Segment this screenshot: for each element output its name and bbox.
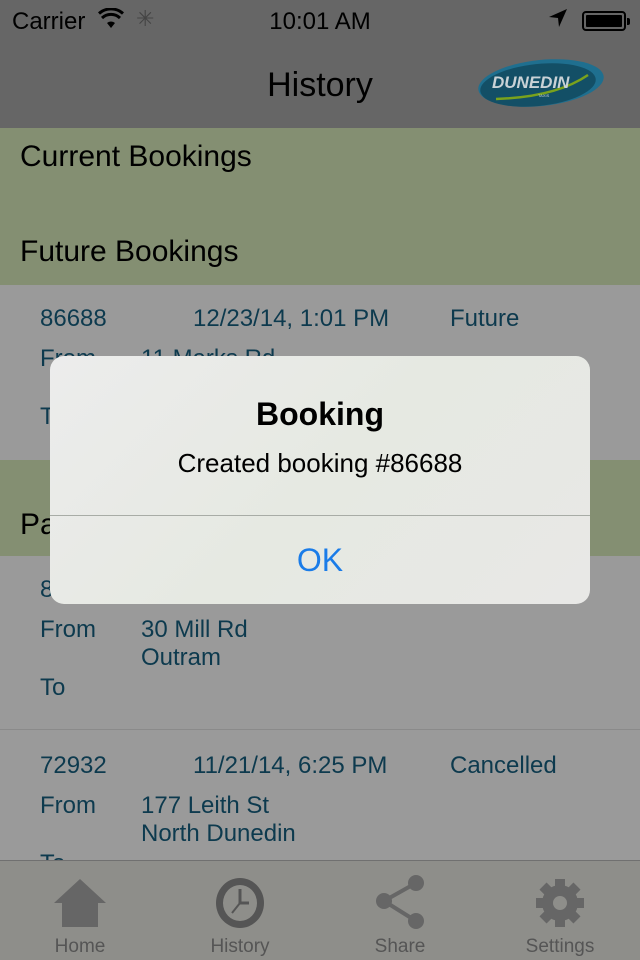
- alert-message: Created booking #86688: [177, 448, 463, 478]
- modal-overlay: Booking Created booking #86688 OK: [0, 0, 640, 960]
- alert-dialog: Booking Created booking #86688 OK: [50, 356, 590, 604]
- ok-button[interactable]: OK: [50, 516, 590, 604]
- alert-title: Booking: [256, 396, 384, 432]
